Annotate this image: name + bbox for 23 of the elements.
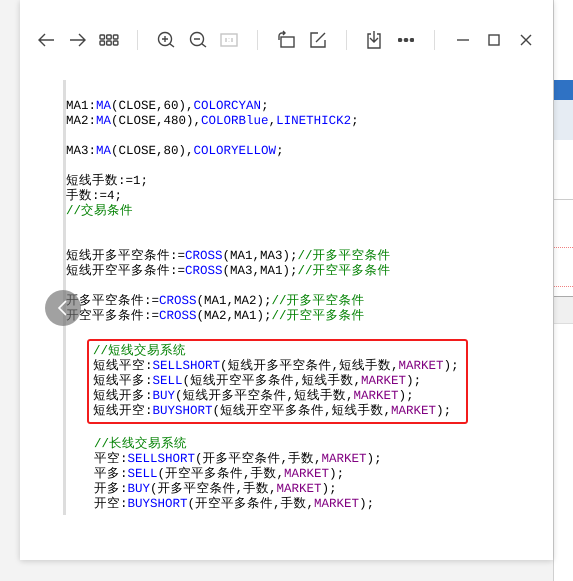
code-line: 平空:SELLSHORT(开多平空条件,手数,MARKET); — [94, 452, 382, 466]
code-line: MA2:MA(CLOSE,480),COLORBlue,LINETHICK2; — [66, 114, 359, 128]
code-line: 短线开多平空条件:=CROSS(MA1,MA3);//开多平空条件 — [66, 249, 391, 263]
code-line: 开空平多条件:=CROSS(MA2,MA1);//开空平多条件 — [66, 309, 365, 323]
code-line: 短线开空:BUYSHORT(短线开空平多条件,短线手数,MARKET); — [93, 404, 452, 418]
code-line: MA3:MA(CLOSE,80),COLORYELLOW; — [66, 144, 284, 158]
code-line: 短线平多:SELL(短线开空平多条件,短线手数,MARKET); — [93, 374, 422, 388]
code-line: 开空:BUYSHORT(开空平多条件,手数,MARKET); — [94, 497, 374, 511]
code-line: 短线开多:BUY(短线开多平空条件,短线手数,MARKET); — [93, 389, 414, 403]
code-line: 短线手数:=1; — [66, 174, 148, 188]
more-icon — [398, 38, 414, 42]
code-line: 开多:BUY(开多平空条件,手数,MARKET); — [94, 482, 337, 496]
code-line: 手数:=4; — [66, 189, 122, 203]
code-comment: //交易条件 — [66, 204, 134, 218]
minimize-icon — [456, 39, 469, 41]
code-line: MA1:MA(CLOSE,60),COLORCYAN; — [66, 99, 269, 113]
previous-button[interactable] — [45, 290, 81, 326]
code-line: 平多:SELL(开空平多条件,手数,MARKET); — [94, 467, 344, 481]
code-line: 开多平空条件:=CROSS(MA1,MA2);//开多平空条件 — [66, 294, 365, 308]
code-comment: //短线交易系统 — [93, 344, 186, 358]
code-comment: //长线交易系统 — [94, 437, 188, 451]
code-line: 短线开空平多条件:=CROSS(MA3,MA1);//开空平多条件 — [66, 264, 391, 278]
code-line: 短线平空:SELLSHORT(短线开多平空条件,短线手数,MARKET); — [93, 359, 459, 373]
